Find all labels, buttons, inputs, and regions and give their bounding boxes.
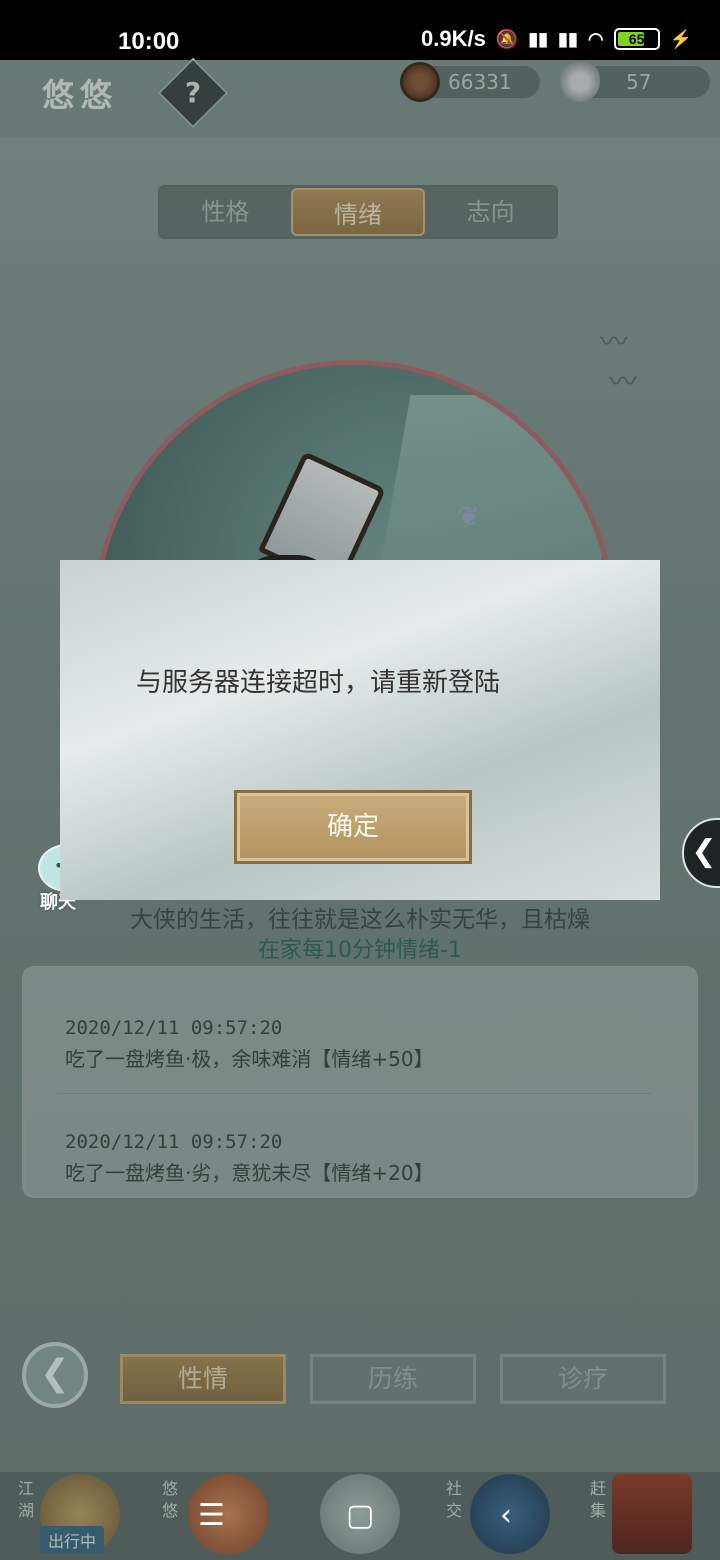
back-icon[interactable]: ‹ [500,1498,512,1533]
charging-icon: ⚡ [669,28,692,49]
confirm-button[interactable]: 确定 [234,790,472,864]
wifi-icon: ◠ [587,28,604,49]
status-bar: 10:00 0.9K/s 🔕 ▮▮ ▮▮ ◠ 65 ⚡ [0,0,720,60]
battery-level: 65 [628,31,645,47]
system-nav-bar: ☰ ▢ ‹ [0,1480,720,1560]
status-icons: 0.9K/s 🔕 ▮▮ ▮▮ ◠ 65 ⚡ [421,26,692,52]
mute-icon: 🔕 [495,28,519,49]
menu-icon[interactable]: ☰ [198,1498,225,1533]
signal-icon: ▮▮ [528,28,549,49]
battery-icon: 65 [613,28,660,50]
signal-icon-2: ▮▮ [558,28,578,49]
home-icon[interactable]: ▢ [346,1498,374,1533]
chevron-left-icon: ❮ [691,834,717,869]
clock: 10:00 [118,28,180,55]
network-speed: 0.9K/s [420,26,486,51]
dialog-message: 与服务器连接超时，请重新登陆 [136,668,501,698]
timeout-dialog: 与服务器连接超时，请重新登陆 确定 [60,560,660,900]
